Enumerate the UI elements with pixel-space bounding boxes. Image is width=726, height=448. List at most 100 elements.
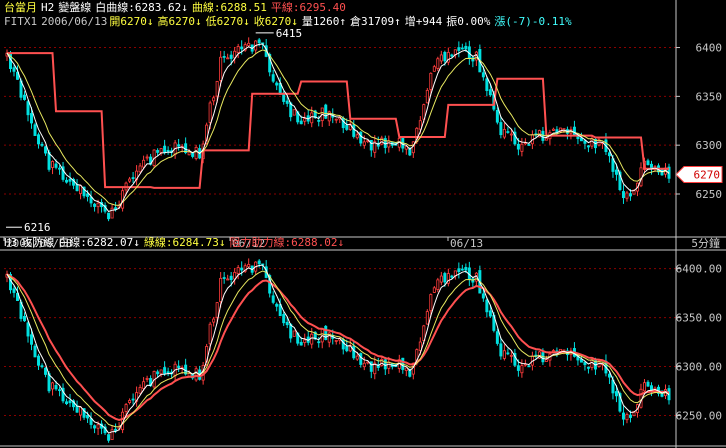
y-tick-label: 6350 (696, 90, 723, 103)
candle-body (544, 137, 548, 141)
header-line-2: FITX1 2006/06/13 開6270↓ 高6270↓ 低6270↓ 收6270↓ 量… (4, 15, 576, 28)
candle-body (47, 151, 51, 170)
candle-body (75, 405, 79, 413)
indicator-name-lower[interactable]: 攻防線 (21, 236, 54, 249)
green-line (6, 270, 670, 428)
header-line-3: H3 攻防線 白線:6282.07↓ 綠線:6284.73↓ 阻力助力線:6288.02… (4, 236, 348, 249)
candle-body (495, 331, 499, 344)
header-line-1: 台當月 H2 變盤線 白曲線:6283.62↓ 曲線:6288.51 平線:6295.40 (4, 1, 350, 14)
candle-body (317, 341, 321, 344)
candle-body (212, 318, 216, 323)
candle-body (488, 310, 492, 317)
candle-body (54, 384, 58, 390)
candle-body (572, 126, 576, 136)
candle-body (271, 74, 275, 82)
candle-body (93, 203, 97, 207)
volume: 量1260 (301, 15, 340, 28)
candle-body (159, 369, 163, 375)
candle-body (425, 311, 429, 325)
candle-body (215, 81, 219, 97)
candle-body (65, 401, 69, 405)
candle-body (457, 268, 461, 273)
candle-body (481, 72, 485, 78)
candle-body (47, 373, 51, 392)
candle-body (345, 346, 349, 352)
candle-body (334, 340, 338, 342)
candle-body (12, 288, 16, 293)
candle-body (621, 412, 625, 420)
candle-body (345, 124, 349, 130)
candle-body (649, 385, 653, 391)
candle-body (516, 365, 520, 371)
candle-body (68, 178, 72, 182)
resistance-line (6, 273, 670, 421)
candle-body (362, 362, 366, 368)
candle-body (275, 303, 279, 307)
candle-body (226, 57, 230, 60)
candle-body (625, 192, 629, 199)
flat-line-value: 平線:6295.40 (270, 1, 346, 14)
y-tick-label: 6300.00 (676, 361, 722, 374)
candle-body (614, 391, 618, 397)
candle-body (485, 299, 489, 313)
candle-body (485, 78, 489, 91)
candle-body (30, 113, 34, 124)
candle-body (310, 333, 314, 345)
candle-body (520, 365, 524, 374)
candle-body (646, 381, 650, 387)
candle-body (285, 321, 289, 326)
y-tick-label: 6300 (696, 139, 723, 152)
y-tick-label: 6250.00 (676, 410, 722, 423)
candle-body (527, 365, 531, 368)
candle-body (607, 373, 611, 378)
candle-body (54, 163, 58, 168)
white-curve-arrow: ↓ (181, 1, 188, 14)
candle-body (208, 102, 212, 123)
candle-body (646, 160, 650, 166)
candle-body (317, 120, 321, 122)
candle-body (607, 152, 611, 157)
candle-body (86, 193, 90, 197)
candle-body (460, 268, 464, 271)
candle-body (68, 400, 72, 404)
candle-body (359, 131, 363, 144)
candle-body (166, 371, 170, 374)
indicator-name[interactable]: 變盤線 (58, 1, 91, 14)
candle-body (404, 367, 408, 371)
candle-body (142, 381, 146, 389)
candle-body (145, 156, 149, 159)
candle-body (236, 267, 240, 275)
candle-body (23, 94, 27, 100)
candle-body (443, 273, 447, 283)
candle-body (289, 102, 293, 118)
candle-body (502, 129, 506, 138)
candle-body (443, 51, 447, 62)
candle-body (166, 149, 170, 152)
candle-body (131, 398, 135, 401)
candle-body (40, 365, 44, 368)
candle-body (544, 359, 548, 362)
candle-body (86, 414, 90, 419)
yellow-curve-value: 曲線:6288.51 (191, 1, 267, 14)
high-price: 高6270 (157, 15, 195, 28)
product-label[interactable]: 台當月 (4, 1, 37, 14)
candle-body (362, 141, 366, 146)
panel-id-lower: H3 (4, 236, 18, 249)
candle-body (222, 56, 226, 58)
candle-body (432, 66, 436, 72)
candle-body (33, 345, 37, 358)
candle-body (621, 191, 625, 199)
low-marker-label: 6216 (24, 221, 51, 234)
candle-body (37, 355, 41, 366)
candle-body (37, 134, 41, 145)
low-arrow: ↓ (243, 15, 250, 28)
candle-body (334, 118, 338, 121)
amplitude: 振0.00% (446, 15, 491, 28)
candle-body (509, 354, 513, 357)
candle-body (457, 47, 461, 51)
candle-body (156, 150, 160, 153)
candle-body (247, 42, 251, 47)
candle-body (51, 161, 55, 168)
candle-body (450, 54, 454, 57)
symbol: FITX1 (4, 15, 38, 28)
